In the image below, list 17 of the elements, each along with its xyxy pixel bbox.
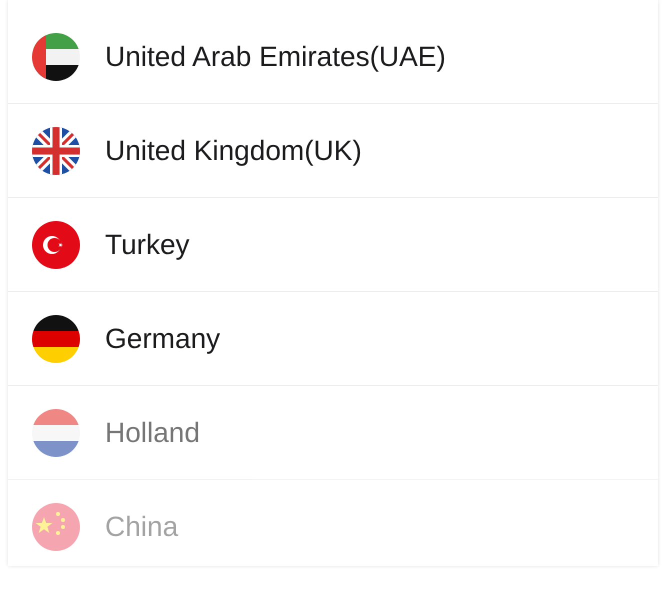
- flag-icon: [32, 126, 80, 174]
- country-item[interactable]: Germany: [8, 292, 658, 386]
- country-name: Turkey: [105, 228, 190, 260]
- country-name: United Arab Emirates(UAE): [105, 40, 446, 72]
- country-name: Germany: [105, 322, 220, 354]
- flag-icon: [32, 502, 80, 550]
- country-item[interactable]: United Kingdom(UK): [8, 104, 658, 198]
- country-name: United Kingdom(UK): [105, 134, 362, 166]
- flag-icon: [32, 220, 80, 268]
- country-item[interactable]: Turkey: [8, 198, 658, 292]
- flag-icon: [32, 408, 80, 456]
- country-name: China: [105, 510, 178, 542]
- flag-icon: [32, 314, 80, 362]
- flag-icon: [32, 32, 80, 80]
- country-item[interactable]: Holland: [8, 386, 658, 480]
- country-item[interactable]: United Arab Emirates(UAE): [8, 10, 658, 104]
- country-name: Holland: [105, 416, 200, 448]
